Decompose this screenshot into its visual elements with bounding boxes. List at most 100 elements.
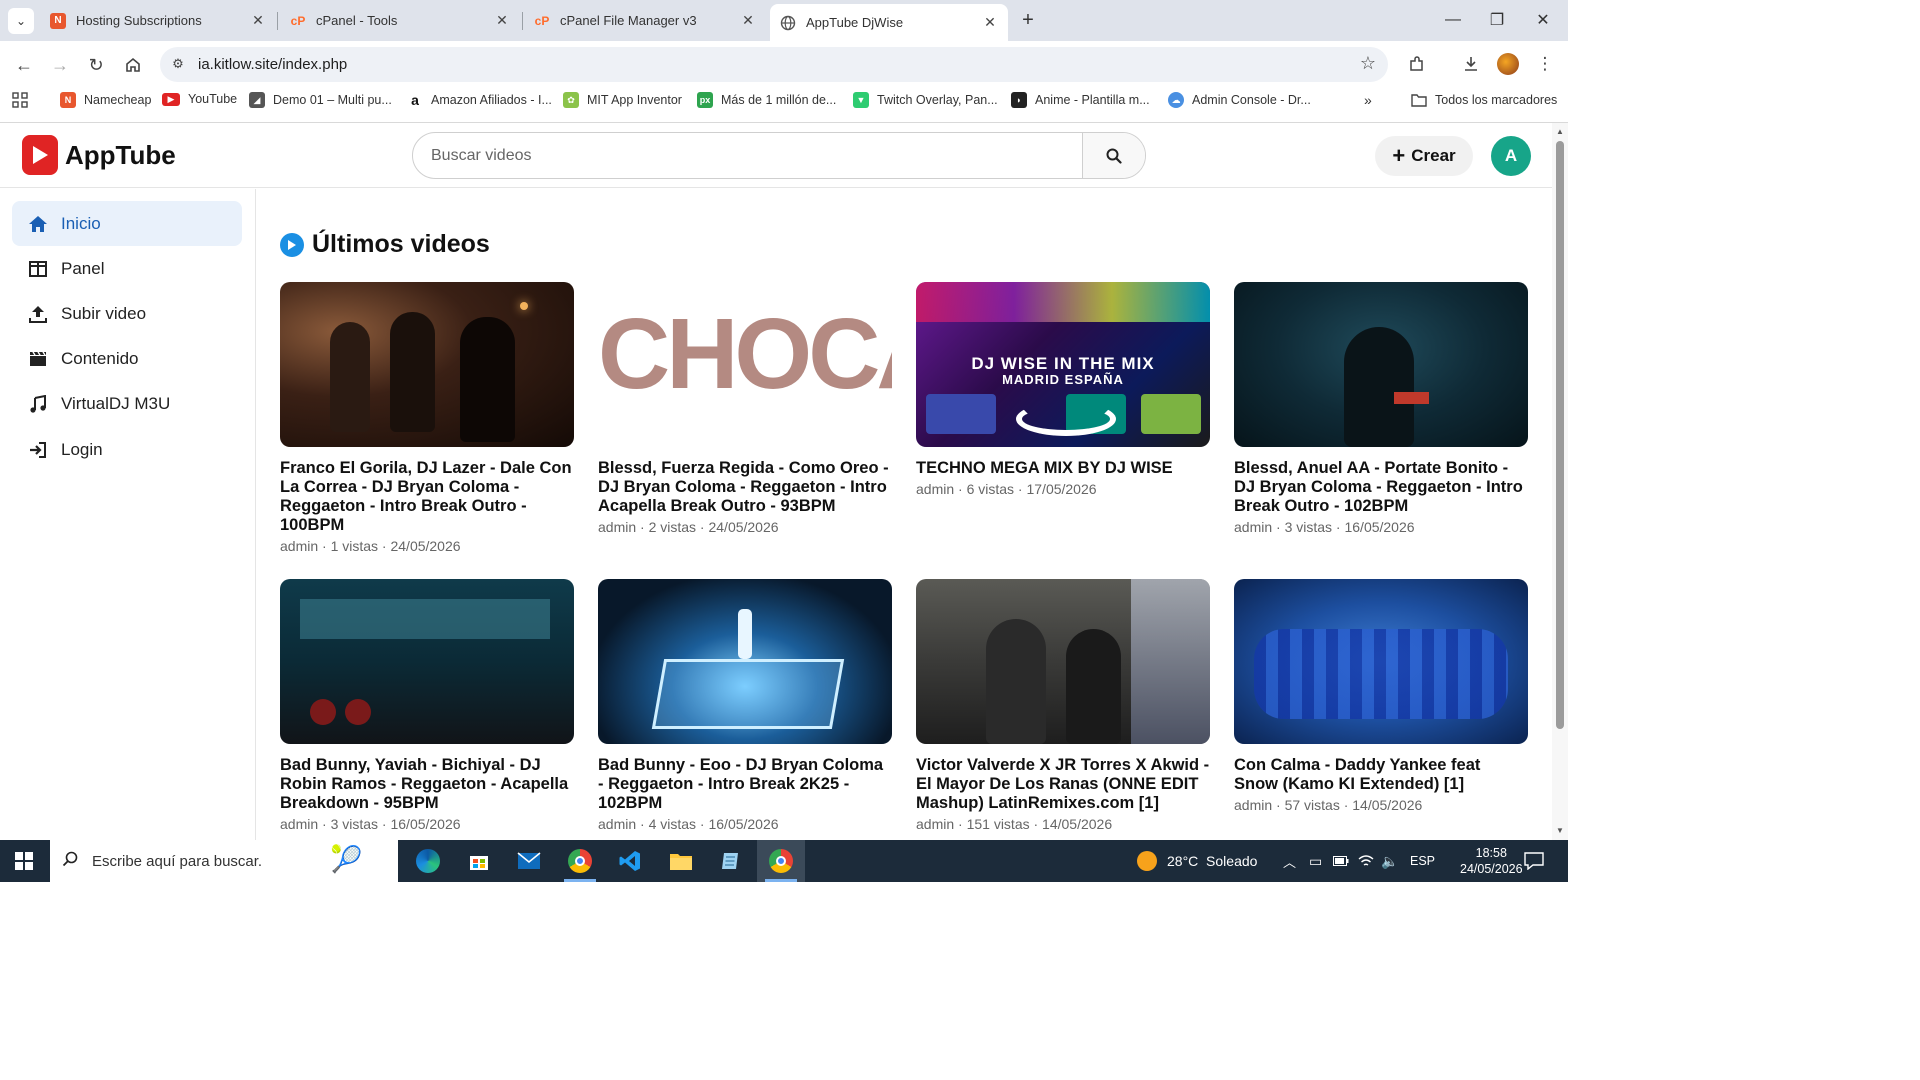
sidebar-item-contenido[interactable]: Contenido bbox=[12, 336, 242, 381]
video-thumbnail[interactable]: DJ WISE IN THE MIX MADRID ESPAÑA bbox=[916, 282, 1210, 447]
download-icon[interactable] bbox=[1459, 52, 1483, 76]
sidebar-item-inicio[interactable]: Inicio bbox=[12, 201, 242, 246]
video-title[interactable]: Blessd, Anuel AA - Portate Bonito - DJ B… bbox=[1234, 459, 1528, 516]
clock[interactable]: 18:58 24/05/2026 bbox=[1460, 840, 1523, 882]
tab-cpanel-file-manager[interactable]: cP cPanel File Manager v3 ✕ bbox=[524, 4, 766, 37]
browser-menu-icon[interactable]: ⋮ bbox=[1533, 52, 1557, 76]
bookmarks-bar: N Namecheap ▶ YouTube ◢ Demo 01 – Multi pu.… bbox=[0, 88, 1568, 115]
scroll-thumb[interactable] bbox=[1556, 141, 1564, 729]
video-card[interactable]: Blessd, Anuel AA - Portate Bonito - DJ B… bbox=[1234, 282, 1528, 535]
new-tab-button[interactable]: + bbox=[1016, 8, 1040, 32]
tab-hosting-subscriptions[interactable]: N Hosting Subscriptions ✕ bbox=[40, 4, 276, 37]
chrome-active-icon[interactable] bbox=[757, 840, 805, 882]
page-scrollbar[interactable]: ▲ ▼ bbox=[1552, 123, 1568, 840]
windows-start-icon[interactable] bbox=[0, 840, 48, 882]
sidebar-item-subir-video[interactable]: Subir video bbox=[12, 291, 242, 336]
taskbar-search-field[interactable]: Escribe aquí para buscar. 🎾 bbox=[50, 840, 398, 882]
tab-cpanel-tools[interactable]: cP cPanel - Tools ✕ bbox=[280, 4, 520, 37]
close-tab-icon[interactable]: ✕ bbox=[740, 12, 756, 29]
browser-toolbar: ← → ↻ ⚙ ia.kitlow.site/index.php ☆ ⋮ bbox=[0, 41, 1568, 88]
video-title[interactable]: Franco El Gorila, DJ Lazer - Dale Con La… bbox=[280, 459, 574, 535]
notepad-icon[interactable] bbox=[707, 840, 755, 882]
bookmark-twitch-overlay[interactable]: ▼ Twitch Overlay, Pan... bbox=[853, 92, 998, 108]
windows-taskbar: Escribe aquí para buscar. 🎾 28°C Soleado… bbox=[0, 840, 1568, 882]
profile-avatar[interactable] bbox=[1497, 53, 1519, 75]
bookmark-amazon[interactable]: a Amazon Afiliados - I... bbox=[407, 92, 552, 108]
video-title[interactable]: Bad Bunny - Eoo - DJ Bryan Coloma - Regg… bbox=[598, 756, 892, 813]
scroll-down-icon[interactable]: ▼ bbox=[1555, 826, 1565, 836]
app-logo[interactable]: AppTube bbox=[22, 135, 176, 175]
video-title[interactable]: Bad Bunny, Yaviah - Bichiyal - DJ Robin … bbox=[280, 756, 574, 813]
back-arrow-icon[interactable]: ← bbox=[10, 51, 38, 79]
sidebar-item-label: Contenido bbox=[61, 348, 139, 368]
create-button[interactable]: + Crear bbox=[1375, 136, 1473, 176]
address-bar[interactable]: ⚙ ia.kitlow.site/index.php ☆ bbox=[160, 47, 1388, 82]
chrome-icon[interactable] bbox=[556, 840, 604, 882]
apps-grid-icon[interactable] bbox=[12, 92, 28, 108]
file-explorer-icon[interactable] bbox=[657, 840, 705, 882]
video-thumbnail[interactable] bbox=[280, 282, 574, 447]
bookmark-admin-console[interactable]: ☁ Admin Console - Dr... bbox=[1168, 92, 1311, 108]
volume-icon[interactable]: 🔈 bbox=[1381, 840, 1398, 882]
video-thumbnail[interactable]: CHOCA bbox=[598, 282, 892, 447]
bookmark-namecheap[interactable]: N Namecheap bbox=[60, 92, 151, 108]
edge-icon[interactable] bbox=[404, 840, 452, 882]
bookmark-demo[interactable]: ◢ Demo 01 – Multi pu... bbox=[249, 92, 392, 108]
bookmark-youtube[interactable]: ▶ YouTube bbox=[162, 92, 237, 106]
search-button[interactable] bbox=[1082, 133, 1145, 178]
video-card[interactable]: Bad Bunny, Yaviah - Bichiyal - DJ Robin … bbox=[280, 579, 574, 832]
bookmark-anime[interactable]: ◗ Anime - Plantilla m... bbox=[1011, 92, 1150, 108]
sidebar: Inicio Panel Subir video Contenido Virtu… bbox=[0, 189, 256, 840]
microsoft-store-icon[interactable] bbox=[455, 840, 503, 882]
close-window-icon[interactable]: ✕ bbox=[1520, 0, 1566, 40]
user-avatar[interactable]: A bbox=[1491, 136, 1531, 176]
bookmark-mit-app-inventor[interactable]: ✿ MIT App Inventor bbox=[563, 92, 682, 108]
video-card[interactable]: Victor Valverde X JR Torres X Akwid - El… bbox=[916, 579, 1210, 832]
video-thumbnail[interactable] bbox=[1234, 579, 1528, 744]
site-info-icon[interactable]: ⚙ bbox=[170, 56, 186, 72]
meet-now-icon[interactable]: ▭ bbox=[1309, 840, 1322, 882]
video-title[interactable]: Victor Valverde X JR Torres X Akwid - El… bbox=[916, 756, 1210, 813]
maximize-window-icon[interactable]: ❐ bbox=[1474, 0, 1520, 40]
wifi-icon[interactable] bbox=[1358, 840, 1374, 882]
search-input[interactable] bbox=[413, 133, 1083, 178]
sidebar-item-login[interactable]: Login bbox=[12, 427, 242, 472]
mail-icon[interactable] bbox=[505, 840, 553, 882]
video-card[interactable]: Bad Bunny - Eoo - DJ Bryan Coloma - Regg… bbox=[598, 579, 892, 832]
language-indicator[interactable]: ESP bbox=[1410, 840, 1435, 882]
bookmark-pixabay[interactable]: px Más de 1 millón de... bbox=[697, 92, 836, 108]
all-bookmarks[interactable]: Todos los marcadores bbox=[1411, 92, 1557, 108]
battery-icon[interactable] bbox=[1333, 840, 1349, 882]
minimize-window-icon[interactable]: — bbox=[1430, 0, 1476, 40]
video-thumbnail[interactable] bbox=[916, 579, 1210, 744]
video-thumbnail[interactable] bbox=[1234, 282, 1528, 447]
sidebar-item-virtualdj-m3u[interactable]: VirtualDJ M3U bbox=[12, 381, 242, 426]
video-card[interactable]: CHOCA Blessd, Fuerza Regida - Como Oreo … bbox=[598, 282, 892, 535]
video-title[interactable]: TECHNO MEGA MIX BY DJ WISE bbox=[916, 459, 1210, 478]
extensions-icon[interactable] bbox=[1405, 52, 1429, 76]
notifications-icon[interactable] bbox=[1524, 840, 1544, 882]
tab-apptube-djwise[interactable]: AppTube DjWise ✕ bbox=[770, 4, 1008, 41]
video-meta: admin · 3 vistas · 16/05/2026 bbox=[280, 816, 461, 832]
reload-icon[interactable]: ↻ bbox=[82, 51, 110, 79]
more-bookmarks-icon[interactable]: » bbox=[1364, 92, 1372, 108]
video-thumbnail[interactable] bbox=[280, 579, 574, 744]
close-tab-icon[interactable]: ✕ bbox=[250, 12, 266, 29]
forward-arrow-icon[interactable]: → bbox=[46, 51, 74, 79]
video-title[interactable]: Blessd, Fuerza Regida - Como Oreo - DJ B… bbox=[598, 459, 892, 516]
bookmark-star-icon[interactable]: ☆ bbox=[1360, 53, 1376, 74]
video-card[interactable]: Con Calma - Daddy Yankee feat Snow (Kamo… bbox=[1234, 579, 1528, 813]
home-button-icon[interactable] bbox=[119, 51, 147, 79]
tab-search-dropdown-icon[interactable]: ⌄ bbox=[8, 8, 34, 34]
video-title[interactable]: Con Calma - Daddy Yankee feat Snow (Kamo… bbox=[1234, 756, 1528, 794]
show-hidden-icons-chevron-icon[interactable]: ︿ bbox=[1283, 840, 1296, 882]
sidebar-item-panel[interactable]: Panel bbox=[12, 246, 242, 291]
video-card[interactable]: DJ WISE IN THE MIX MADRID ESPAÑA TECHNO … bbox=[916, 282, 1210, 497]
weather-widget[interactable]: 28°C Soleado bbox=[1137, 840, 1257, 882]
video-thumbnail[interactable] bbox=[598, 579, 892, 744]
close-tab-icon[interactable]: ✕ bbox=[982, 14, 998, 31]
vscode-icon[interactable] bbox=[606, 840, 654, 882]
close-tab-icon[interactable]: ✕ bbox=[494, 12, 510, 29]
video-card[interactable]: Franco El Gorila, DJ Lazer - Dale Con La… bbox=[280, 282, 574, 554]
scroll-up-icon[interactable]: ▲ bbox=[1555, 127, 1565, 137]
